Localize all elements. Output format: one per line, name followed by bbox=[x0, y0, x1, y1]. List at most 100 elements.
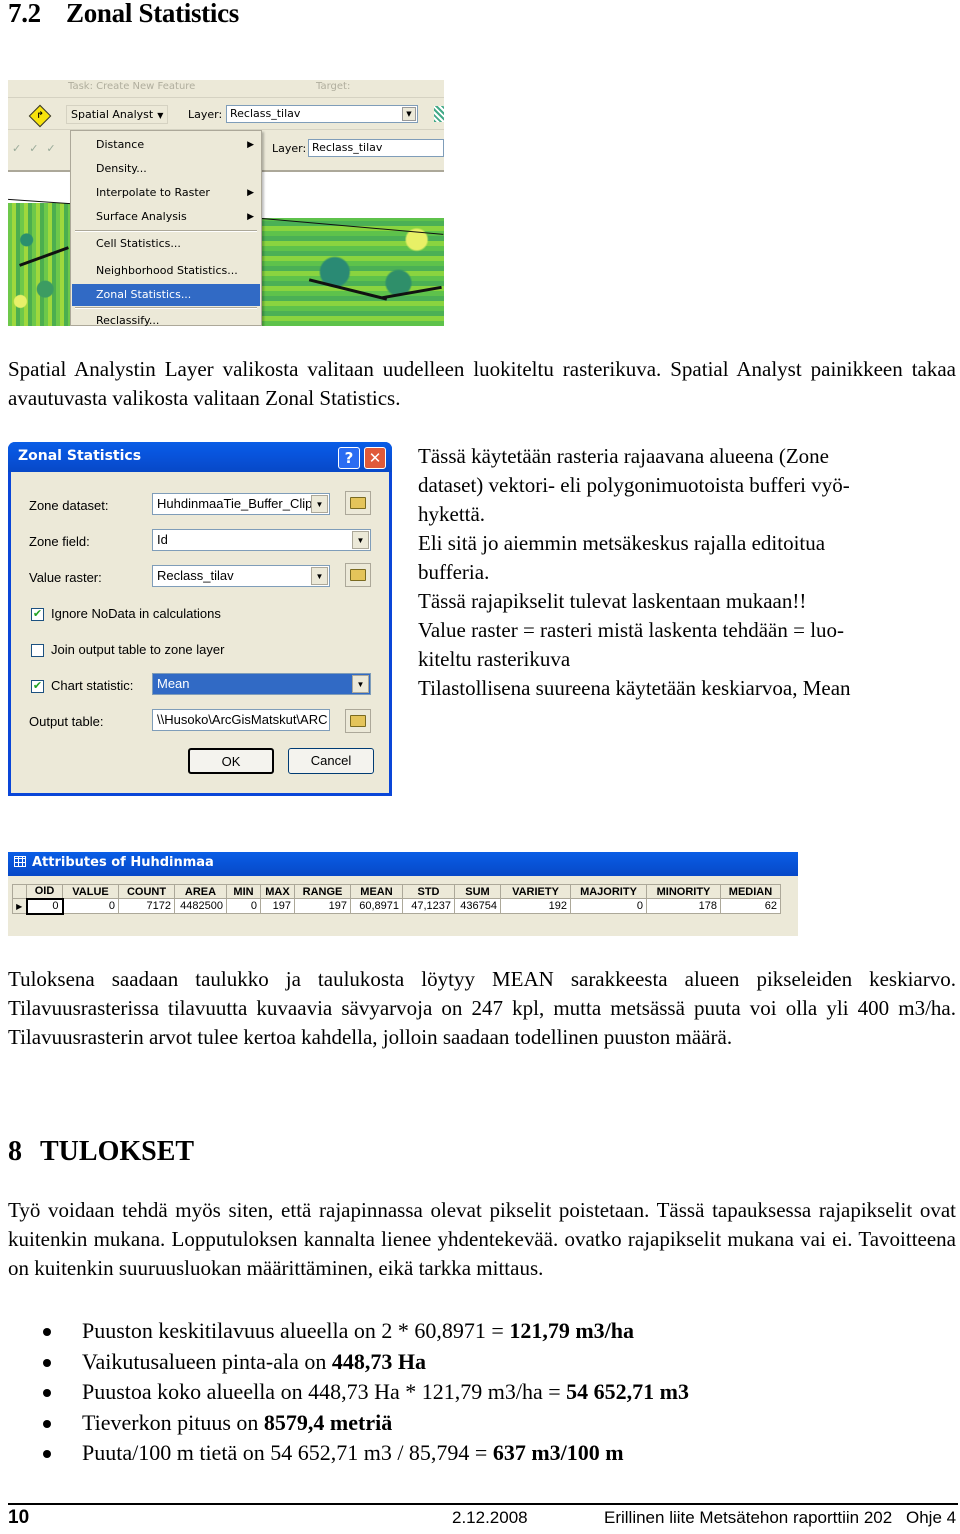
note-line: Tilastollisena suureena käytetään keskia… bbox=[418, 676, 851, 700]
menu-separator bbox=[75, 230, 257, 232]
column-header[interactable]: MIN bbox=[226, 884, 261, 899]
layer-select[interactable]: Reclass_tilav ▼ bbox=[226, 105, 418, 123]
note-line: Tässä rajapikselit tulevat laskentaan mu… bbox=[418, 589, 807, 613]
note-line: Tässä käytetään rasteria rajaavana aluee… bbox=[418, 444, 829, 468]
paragraph-intro: Spatial Analystin Layer valikosta valita… bbox=[8, 357, 956, 410]
menu-item-distance[interactable]: Distance ▶ bbox=[72, 134, 260, 156]
spatial-analyst-button[interactable]: Spatial Analyst ▼ bbox=[66, 105, 169, 124]
menu-item-zonal-statistics[interactable]: Zonal Statistics... bbox=[72, 284, 260, 306]
list-item: Tieverkon pituus on 8579,4 metriä bbox=[0, 1408, 960, 1439]
column-header[interactable]: SUM bbox=[454, 884, 501, 899]
table-cell[interactable]: 0 bbox=[226, 898, 261, 914]
column-header[interactable]: VALUE bbox=[62, 884, 119, 899]
note-line: bufferia. bbox=[418, 560, 490, 584]
note-line: Eli sitä jo aiemmin metsäkeskus rajalla … bbox=[418, 531, 826, 555]
table-cell[interactable]: 0 bbox=[570, 898, 647, 914]
table-cell[interactable]: 62 bbox=[720, 898, 781, 914]
zone-field-select[interactable]: Id ▼ bbox=[152, 529, 371, 551]
menu-item-surface-analysis[interactable]: Surface Analysis ▶ bbox=[72, 206, 260, 228]
dropdown-arrow-icon[interactable]: ▼ bbox=[402, 107, 416, 121]
zonal-statistics-dialog: Zonal Statistics ? ✕ Zone dataset: Huhdi… bbox=[8, 442, 392, 796]
list-item: Vaikutusalueen pinta-ala on 448,73 Ha bbox=[0, 1347, 960, 1378]
editor-toolbar: Task: Create New Feature Target: bbox=[8, 80, 444, 98]
raster-layer-icon[interactable] bbox=[434, 106, 444, 122]
chevron-down-icon: ▼ bbox=[157, 111, 164, 120]
output-table-browse-button[interactable] bbox=[345, 709, 371, 733]
output-table-input[interactable]: \\Husoko\ArcGisMatskut\ARC bbox=[152, 709, 330, 731]
table-header-row: OID VALUE COUNT AREA MIN MAX RANGE MEAN … bbox=[12, 884, 781, 899]
close-button[interactable]: ✕ bbox=[364, 447, 386, 469]
help-button[interactable]: ? bbox=[338, 447, 360, 469]
table-cell[interactable]: 60,8971 bbox=[350, 898, 403, 914]
dropdown-arrow-icon[interactable]: ▼ bbox=[352, 675, 369, 693]
ignore-nodata-label: Ignore NoData in calculations bbox=[51, 606, 221, 621]
column-header[interactable]: MEDIAN bbox=[720, 884, 781, 899]
footer-reference: Erillinen liite Metsätehon raporttiin 20… bbox=[604, 1508, 893, 1527]
dialog-notes: Tässä käytetään rasteria rajaavana aluee… bbox=[418, 442, 958, 703]
submenu-arrow-icon: ▶ bbox=[247, 188, 254, 198]
page-number: 10 bbox=[8, 1507, 30, 1528]
ok-button[interactable]: OK bbox=[188, 748, 274, 774]
table-cell[interactable]: 0 bbox=[25, 897, 64, 915]
column-header[interactable]: COUNT bbox=[118, 884, 175, 899]
column-header[interactable]: RANGE bbox=[294, 884, 351, 899]
results-list: Puuston keskitilavuus alueella on 2 * 60… bbox=[0, 1316, 960, 1469]
table-cell[interactable]: 4482500 bbox=[174, 898, 227, 914]
row-selector-icon[interactable]: ▶ bbox=[12, 898, 27, 914]
menu-item-neighborhood-statistics[interactable]: Neighborhood Statistics... bbox=[72, 260, 260, 282]
ignore-nodata-checkbox[interactable]: ✔ bbox=[31, 608, 44, 621]
layer-select-2[interactable]: Reclass_tilav bbox=[308, 139, 444, 157]
chart-statistic-checkbox[interactable]: ✔ bbox=[31, 680, 44, 693]
submenu-arrow-icon: ▶ bbox=[247, 140, 254, 150]
column-header[interactable]: AREA bbox=[174, 884, 227, 899]
column-header[interactable]: MEAN bbox=[350, 884, 403, 899]
menu-item-interpolate[interactable]: Interpolate to Raster ▶ bbox=[72, 182, 260, 204]
column-header[interactable]: STD bbox=[402, 884, 455, 899]
footer-guide: Ohje 4 bbox=[906, 1508, 957, 1527]
menu-item-cell-statistics[interactable]: Cell Statistics... bbox=[72, 233, 260, 255]
output-table-label: Output table: bbox=[29, 714, 104, 729]
table-cell[interactable]: 47,1237 bbox=[402, 898, 455, 914]
list-item: Puuta/100 m tietä on 54 652,71 m3 / 85,7… bbox=[0, 1438, 960, 1469]
table-cell[interactable]: 197 bbox=[260, 898, 295, 914]
layer-label-2: Layer: bbox=[272, 142, 307, 155]
open-folder-icon bbox=[350, 569, 366, 581]
dropdown-arrow-icon[interactable]: ▼ bbox=[311, 567, 328, 585]
zone-dataset-select[interactable]: HuhdinmaaTie_Buffer_Clip ▼ bbox=[152, 493, 330, 515]
table-cell[interactable]: 7172 bbox=[118, 898, 175, 914]
column-header[interactable]: OID bbox=[26, 884, 63, 899]
zone-dataset-browse-button[interactable] bbox=[345, 491, 371, 515]
note-line: dataset) vektori- eli polygonimuotoista … bbox=[418, 473, 850, 497]
dropdown-arrow-icon[interactable]: ▼ bbox=[311, 495, 328, 513]
value-raster-browse-button[interactable] bbox=[345, 563, 371, 587]
menu-separator bbox=[75, 307, 257, 309]
spatial-analyst-menu: Distance ▶ Density... Interpolate to Rast… bbox=[70, 130, 262, 326]
zone-field-label: Zone field: bbox=[29, 534, 90, 549]
column-header[interactable]: MAX bbox=[260, 884, 295, 899]
value-raster-select[interactable]: Reclass_tilav ▼ bbox=[152, 565, 330, 587]
dialog-title: Zonal Statistics bbox=[18, 448, 142, 464]
paragraph-results-intro: Työ voidaan tehdä myös siten, että rajap… bbox=[8, 1198, 956, 1280]
chart-statistic-select[interactable]: Mean ▼ bbox=[152, 673, 371, 695]
table-cell[interactable]: 0 bbox=[62, 898, 119, 914]
column-header[interactable]: MINORITY bbox=[646, 884, 721, 899]
column-header[interactable]: MAJORITY bbox=[570, 884, 647, 899]
menu-item-density[interactable]: Density... bbox=[72, 158, 260, 180]
table-cell[interactable]: 197 bbox=[294, 898, 351, 914]
target-label: Target: bbox=[316, 81, 351, 92]
table-cell[interactable]: 192 bbox=[500, 898, 571, 914]
table-row[interactable]: ▶ 0 0 7172 4482500 0 197 197 60,8971 47,… bbox=[12, 897, 781, 915]
open-folder-icon bbox=[350, 497, 366, 509]
table-cell[interactable]: 436754 bbox=[454, 898, 501, 914]
column-header[interactable]: VARIETY bbox=[500, 884, 571, 899]
table-cell[interactable]: 178 bbox=[646, 898, 721, 914]
spatial-analyst-screenshot: Task: Create New Feature Target: ↱ Spati… bbox=[8, 80, 444, 326]
cancel-button[interactable]: Cancel bbox=[288, 748, 374, 774]
layer-label: Layer: bbox=[188, 108, 223, 121]
chart-statistic-label: Chart statistic: bbox=[51, 678, 134, 693]
route-warning-icon[interactable]: ↱ bbox=[28, 104, 52, 128]
join-output-checkbox[interactable] bbox=[31, 644, 44, 657]
menu-item-reclassify[interactable]: Reclassify... bbox=[72, 310, 260, 326]
checkmark-tools-icon[interactable]: ✓✓✓ bbox=[12, 142, 64, 155]
dropdown-arrow-icon[interactable]: ▼ bbox=[352, 531, 369, 549]
